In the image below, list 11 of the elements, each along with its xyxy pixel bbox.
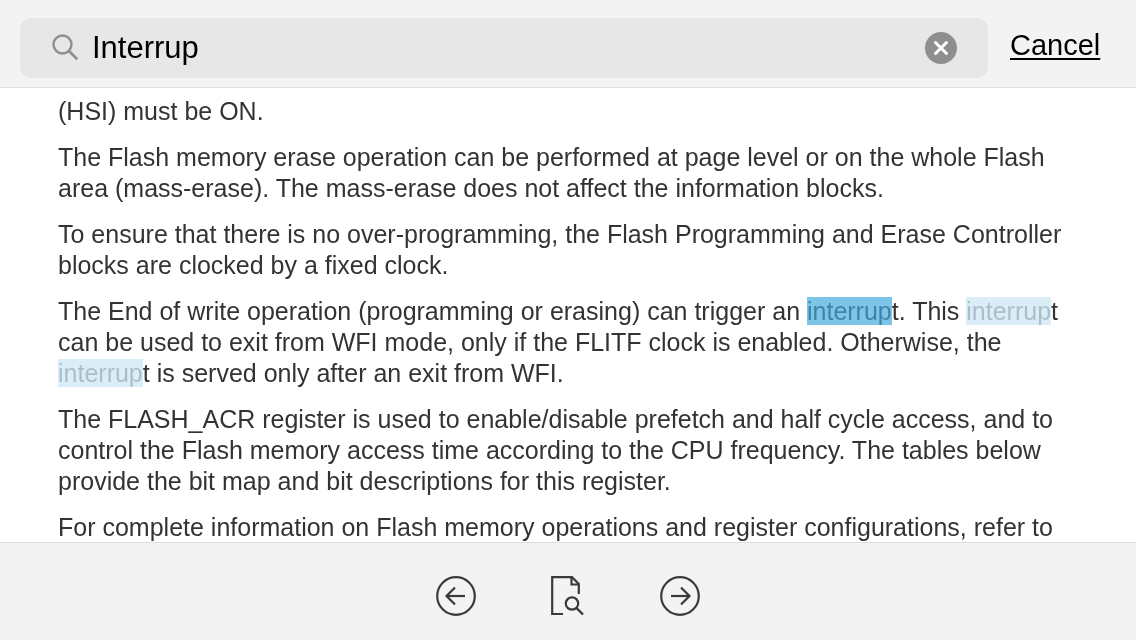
document-search-icon[interactable] — [551, 575, 585, 616]
cancel-link[interactable]: Cancel — [1010, 27, 1101, 63]
paragraph: To ensure that there is no over-programming, the Flash Programming and Erase Controller blocks are clocked by a fixed clock. — [58, 219, 1063, 281]
paragraph: The FLASH_ACR register is used to enable/disable prefetch and half cycle access, and to control the Flash memory access time according to the CPU frequency. The tables below provide the bit map and bit descriptions for this register. — [58, 404, 1054, 497]
paragraph: The Flash memory erase operation can be performed at page level or on the whole Flash area (mass-erase). The mass-erase does not affect the information blocks. — [58, 142, 1046, 204]
search-field[interactable]: Interrup — [20, 18, 988, 78]
clear-icon[interactable] — [925, 32, 957, 64]
search-icon — [52, 34, 78, 60]
paragraph: (HSI) must be ON. — [58, 96, 265, 127]
paragraph: For complete information on Flash memory operations and register configurations, refer to — [58, 512, 1054, 542]
paragraph: The End of write operation (programming or erasing) can trigger an interrupt. This interrupt can be used to exit from WFI mode, only if the FLITF clock is enabled. Otherwise, the interrupt is served only after an exit from WFI. — [58, 296, 1060, 389]
